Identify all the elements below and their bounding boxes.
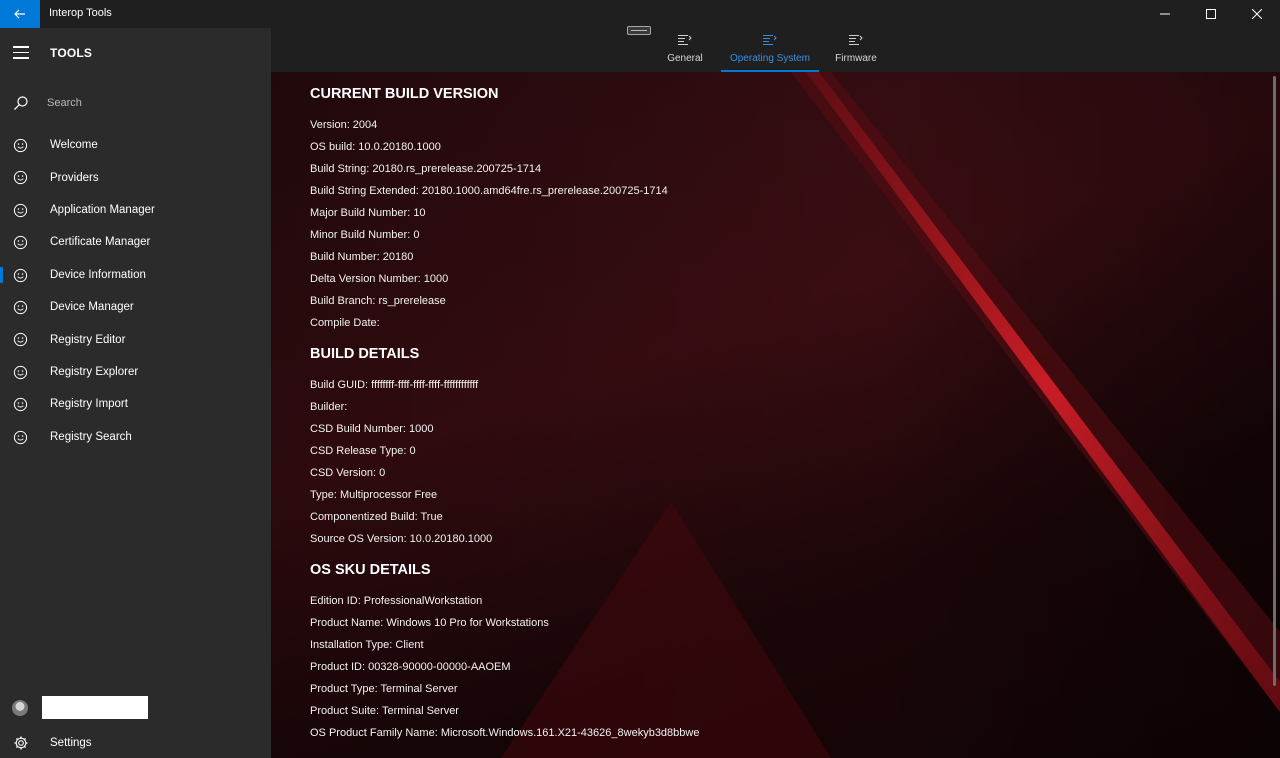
smiley-icon bbox=[13, 430, 28, 444]
sidebar-item-registry-import[interactable]: Registry Import bbox=[0, 388, 271, 420]
search-icon bbox=[14, 96, 28, 110]
section-title-os-sku: OS SKU DETAILS bbox=[310, 562, 431, 578]
sidebar-item-label: Welcome bbox=[50, 139, 98, 152]
sidebar-item-registry-explorer[interactable]: Registry Explorer bbox=[0, 356, 271, 388]
sidebar-item-label: Registry Search bbox=[50, 430, 132, 443]
avatar bbox=[12, 700, 28, 716]
smiley-icon bbox=[13, 171, 28, 185]
maximize-button[interactable] bbox=[1188, 0, 1234, 28]
sidebar-item-label: Device Information bbox=[50, 268, 146, 281]
window-title: Interop Tools bbox=[49, 7, 112, 19]
tab-label: General bbox=[667, 53, 703, 64]
close-icon bbox=[1252, 9, 1262, 19]
sidebar-item-label: Device Manager bbox=[50, 301, 134, 314]
search-box[interactable]: Search bbox=[0, 88, 271, 118]
sidebar-nav: Welcome Providers Application Manager Ce… bbox=[0, 129, 271, 453]
info-row: Installation Type: Client bbox=[310, 639, 424, 651]
list-settings-icon bbox=[678, 35, 692, 45]
sidebar-item-device-information[interactable]: Device Information bbox=[0, 259, 271, 291]
sidebar-item-label: Certificate Manager bbox=[50, 236, 151, 249]
close-button[interactable] bbox=[1234, 0, 1280, 28]
tab-bar: General Operating System Firmware bbox=[271, 26, 1280, 72]
account-button[interactable] bbox=[0, 696, 271, 720]
minimize-button[interactable] bbox=[1142, 0, 1188, 28]
smiley-icon bbox=[13, 398, 28, 412]
tab-general[interactable]: General bbox=[658, 34, 712, 72]
info-row: Build String: 20180.rs_prerelease.200725… bbox=[310, 163, 542, 175]
smiley-icon bbox=[13, 138, 28, 153]
sidebar-item-registry-editor[interactable]: Registry Editor bbox=[0, 323, 271, 355]
tab-operating-system[interactable]: Operating System bbox=[721, 34, 819, 72]
section-title-current-build: CURRENT BUILD VERSION bbox=[310, 86, 499, 102]
info-row: OS build: 10.0.20180.1000 bbox=[310, 141, 441, 153]
info-row: Product Type: Terminal Server bbox=[310, 683, 458, 695]
info-row: CSD Release Type: 0 bbox=[310, 445, 416, 457]
maximize-icon bbox=[1206, 9, 1216, 19]
build-info-panel: CURRENT BUILD VERSION Version: 2004 OS b… bbox=[310, 85, 1250, 748]
back-button[interactable] bbox=[0, 0, 40, 28]
info-row: Product ID: 00328-90000-00000-AAOEM bbox=[310, 661, 511, 673]
info-row: Version: 2004 bbox=[310, 119, 378, 131]
hamburger-menu-icon[interactable] bbox=[13, 46, 29, 63]
sidebar-item-label: Registry Editor bbox=[50, 333, 126, 346]
info-row: Build String Extended: 20180.1000.amd64f… bbox=[310, 185, 668, 197]
sidebar: TOOLS Search Welcome Providers Applicati… bbox=[0, 28, 271, 758]
info-row: Delta Version Number: 1000 bbox=[310, 273, 449, 285]
list-settings-icon bbox=[763, 35, 777, 45]
sidebar-item-label: Providers bbox=[50, 171, 99, 184]
info-row: Build Branch: rs_prerelease bbox=[310, 295, 446, 307]
list-settings-icon bbox=[849, 35, 863, 45]
info-row: Compile Date: bbox=[310, 317, 380, 329]
window-controls bbox=[1142, 0, 1280, 28]
sidebar-title: TOOLS bbox=[50, 46, 93, 60]
smiley-icon bbox=[13, 203, 28, 217]
smiley-icon bbox=[13, 333, 28, 347]
tab-label: Firmware bbox=[835, 53, 877, 64]
info-row: CSD Version: 0 bbox=[310, 467, 386, 479]
smiley-icon bbox=[13, 300, 28, 315]
search-input[interactable]: Search bbox=[47, 97, 82, 109]
info-row: OS Product Family Name: Microsoft.Window… bbox=[310, 727, 700, 739]
drag-handle-icon[interactable] bbox=[627, 26, 651, 35]
settings-label: Settings bbox=[50, 737, 92, 749]
smiley-icon bbox=[13, 365, 28, 379]
tab-firmware[interactable]: Firmware bbox=[831, 34, 881, 72]
sidebar-item-certificate-manager[interactable]: Certificate Manager bbox=[0, 226, 271, 258]
title-bar: Interop Tools bbox=[0, 0, 1280, 28]
sidebar-item-application-manager[interactable]: Application Manager bbox=[0, 194, 271, 226]
sidebar-item-registry-search[interactable]: Registry Search bbox=[0, 421, 271, 453]
info-row: Type: Multiprocessor Free bbox=[310, 489, 438, 501]
info-row: Product Suite: Terminal Server bbox=[310, 705, 459, 717]
minimize-icon bbox=[1160, 13, 1170, 15]
tab-label: Operating System bbox=[729, 53, 811, 64]
info-row: Componentized Build: True bbox=[310, 511, 443, 523]
info-row: Build GUID: ffffffff-ffff-ffff-ffff-ffff… bbox=[310, 379, 479, 391]
sidebar-item-device-manager[interactable]: Device Manager bbox=[0, 291, 271, 323]
account-name-redacted bbox=[42, 696, 148, 719]
content-pane[interactable]: CURRENT BUILD VERSION Version: 2004 OS b… bbox=[271, 72, 1280, 758]
section-title-build-details: BUILD DETAILS bbox=[310, 346, 420, 362]
vertical-scrollbar[interactable] bbox=[1273, 76, 1276, 686]
sidebar-item-providers[interactable]: Providers bbox=[0, 161, 271, 193]
info-row: Edition ID: ProfessionalWorkstation bbox=[310, 595, 483, 607]
settings-button[interactable]: Settings bbox=[0, 730, 271, 758]
info-row: Builder: bbox=[310, 401, 348, 413]
info-row: Build Number: 20180 bbox=[310, 251, 414, 263]
smiley-icon bbox=[13, 236, 28, 250]
info-row: Source OS Version: 10.0.20180.1000 bbox=[310, 533, 493, 545]
info-row: CSD Build Number: 1000 bbox=[310, 423, 434, 435]
sidebar-item-welcome[interactable]: Welcome bbox=[0, 129, 271, 161]
sidebar-item-label: Registry Import bbox=[50, 398, 128, 411]
gear-icon bbox=[14, 736, 28, 750]
info-row: Product Name: Windows 10 Pro for Worksta… bbox=[310, 617, 549, 629]
sidebar-item-label: Application Manager bbox=[50, 203, 155, 216]
smiley-icon bbox=[13, 268, 28, 282]
info-row: Minor Build Number: 0 bbox=[310, 229, 420, 241]
arrow-left-icon bbox=[14, 9, 25, 19]
info-row: Major Build Number: 10 bbox=[310, 207, 426, 219]
sidebar-item-label: Registry Explorer bbox=[50, 365, 139, 378]
